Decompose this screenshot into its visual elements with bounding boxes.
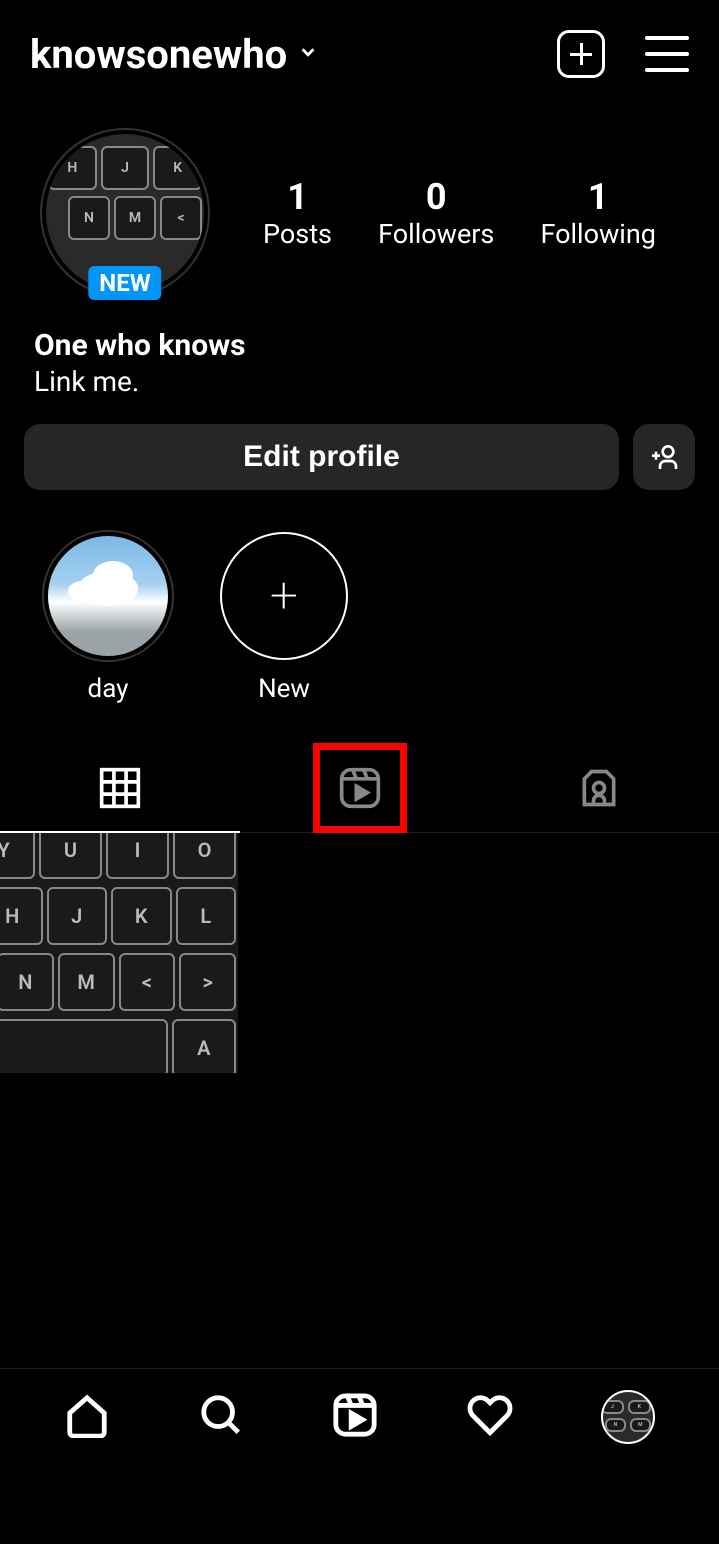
following-count: 1	[540, 176, 656, 218]
edit-profile-button[interactable]: Edit profile	[24, 424, 619, 490]
nav-search[interactable]	[198, 1392, 244, 1442]
tab-reels[interactable]	[240, 744, 480, 832]
tab-grid[interactable]	[0, 744, 240, 832]
create-button[interactable]	[557, 30, 605, 78]
plus-icon: +	[270, 571, 298, 621]
posts-count: 1	[263, 176, 332, 218]
highlight-day[interactable]: day	[44, 532, 172, 704]
discover-people-button[interactable]	[633, 424, 695, 490]
bottom-nav: J K N M	[0, 1368, 719, 1464]
nav-activity[interactable]	[467, 1392, 513, 1442]
menu-button[interactable]	[645, 36, 689, 72]
highlight-new[interactable]: + New	[220, 532, 348, 704]
posts-label: Posts	[263, 218, 332, 250]
post-thumbnail[interactable]: YUIO HJKL NM<> A	[0, 833, 238, 1073]
stat-posts[interactable]: 1 Posts	[263, 176, 332, 250]
nav-reels[interactable]	[332, 1392, 378, 1442]
username[interactable]: knowsonewho	[30, 31, 287, 78]
profile-tabs	[0, 744, 719, 833]
new-badge: NEW	[88, 266, 161, 300]
actions-row: Edit profile	[0, 398, 719, 490]
bio-text: Link me.	[34, 365, 685, 398]
nav-home[interactable]	[64, 1392, 110, 1442]
avatar[interactable]: HJK NM< NEW	[40, 128, 210, 298]
nav-profile[interactable]: J K N M	[601, 1390, 655, 1444]
chevron-down-icon[interactable]	[297, 41, 319, 67]
following-label: Following	[540, 218, 656, 250]
highlights: day + New	[0, 490, 719, 704]
stat-following[interactable]: 1 Following	[540, 176, 656, 250]
highlight-label: New	[220, 674, 348, 704]
followers-label: Followers	[378, 218, 494, 250]
stat-followers[interactable]: 0 Followers	[378, 176, 494, 250]
profile-row: HJK NM< NEW 1 Posts 0 Followers 1 Follow…	[0, 98, 719, 298]
display-name: One who knows	[34, 328, 685, 363]
highlight-label: day	[44, 674, 172, 704]
tab-tagged[interactable]	[479, 744, 719, 832]
bio: One who knows Link me.	[0, 298, 719, 398]
header: knowsonewho	[0, 0, 719, 98]
stats: 1 Posts 0 Followers 1 Following	[240, 176, 679, 250]
posts-grid: YUIO HJKL NM<> A	[0, 833, 719, 1073]
followers-count: 0	[378, 176, 494, 218]
